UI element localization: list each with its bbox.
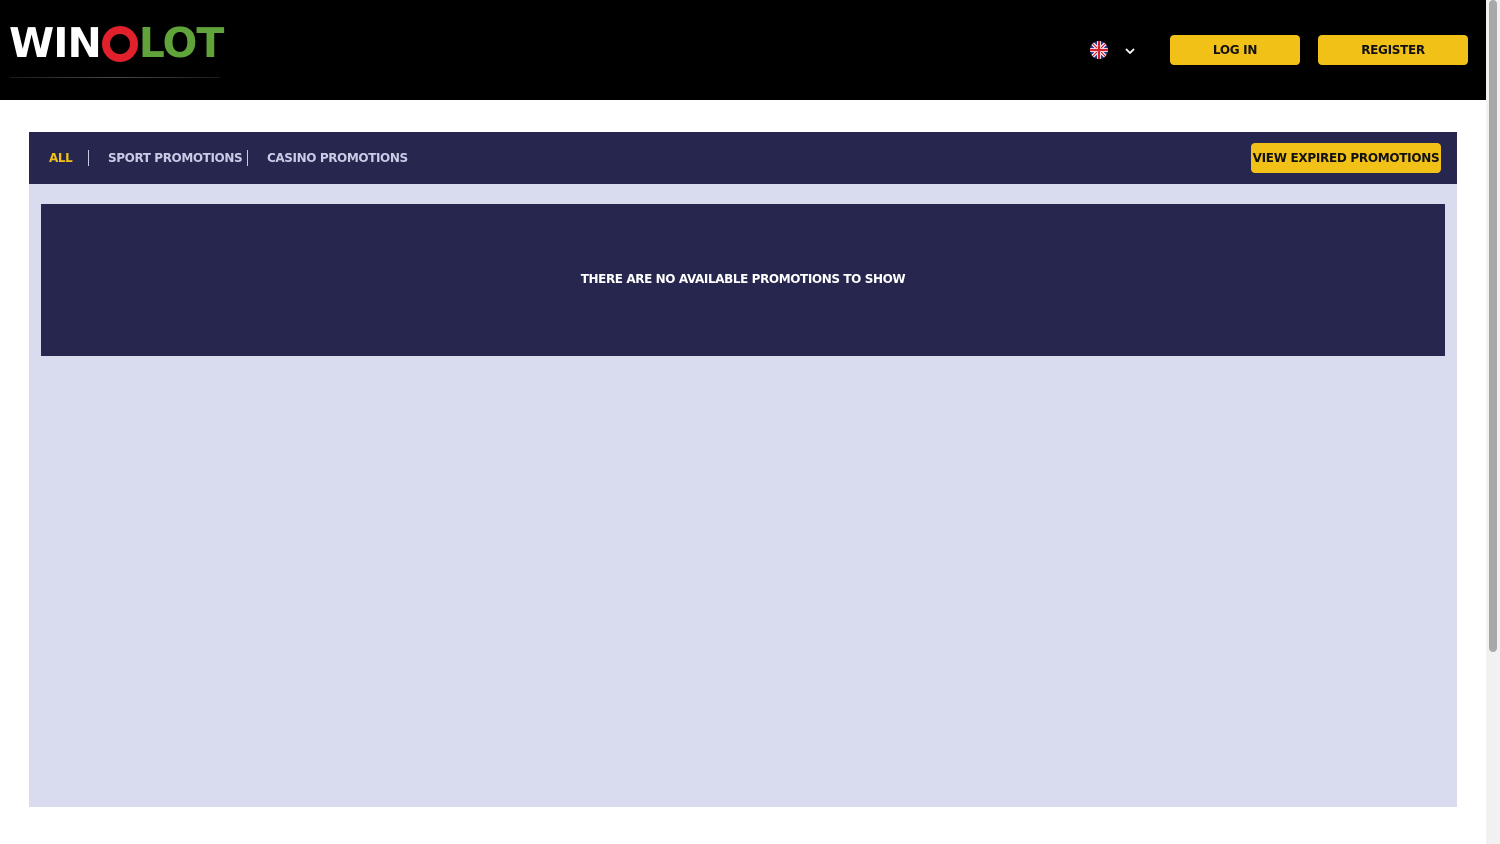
logo-text-lot: LOT bbox=[138, 18, 224, 67]
tab-divider bbox=[88, 150, 89, 166]
empty-promotions-box: THERE ARE NO AVAILABLE PROMOTIONS TO SHO… bbox=[41, 204, 1445, 356]
register-button[interactable]: REGISTER bbox=[1318, 35, 1468, 65]
view-expired-promotions-button[interactable]: VIEW EXPIRED PROMOTIONS bbox=[1251, 143, 1441, 173]
language-selector[interactable] bbox=[1090, 40, 1142, 60]
chevron-down-icon bbox=[1124, 44, 1136, 56]
logo-o-ring-icon bbox=[101, 26, 138, 62]
logo-underline bbox=[10, 77, 220, 78]
tab-casino-promotions[interactable]: CASINO PROMOTIONS bbox=[267, 149, 408, 167]
tab-all[interactable]: ALL bbox=[49, 149, 73, 167]
winolot-logo[interactable]: WIN LOT bbox=[9, 18, 224, 67]
promotions-tabs-bar: ALL SPORT PROMOTIONS CASINO PROMOTIONS V… bbox=[29, 132, 1457, 184]
page-scrollbar[interactable] bbox=[1486, 0, 1500, 844]
promotions-panel: ALL SPORT PROMOTIONS CASINO PROMOTIONS V… bbox=[29, 132, 1457, 807]
login-button[interactable]: LOG IN bbox=[1170, 35, 1300, 65]
logo-text-win: WIN bbox=[9, 18, 102, 67]
empty-promotions-message: THERE ARE NO AVAILABLE PROMOTIONS TO SHO… bbox=[580, 272, 906, 286]
tab-divider bbox=[247, 150, 248, 166]
scrollbar-thumb[interactable] bbox=[1489, 0, 1497, 652]
tab-sport-promotions[interactable]: SPORT PROMOTIONS bbox=[108, 149, 243, 167]
site-header: WIN LOT LOG IN REGISTER bbox=[0, 0, 1486, 100]
uk-flag-icon bbox=[1090, 41, 1108, 59]
